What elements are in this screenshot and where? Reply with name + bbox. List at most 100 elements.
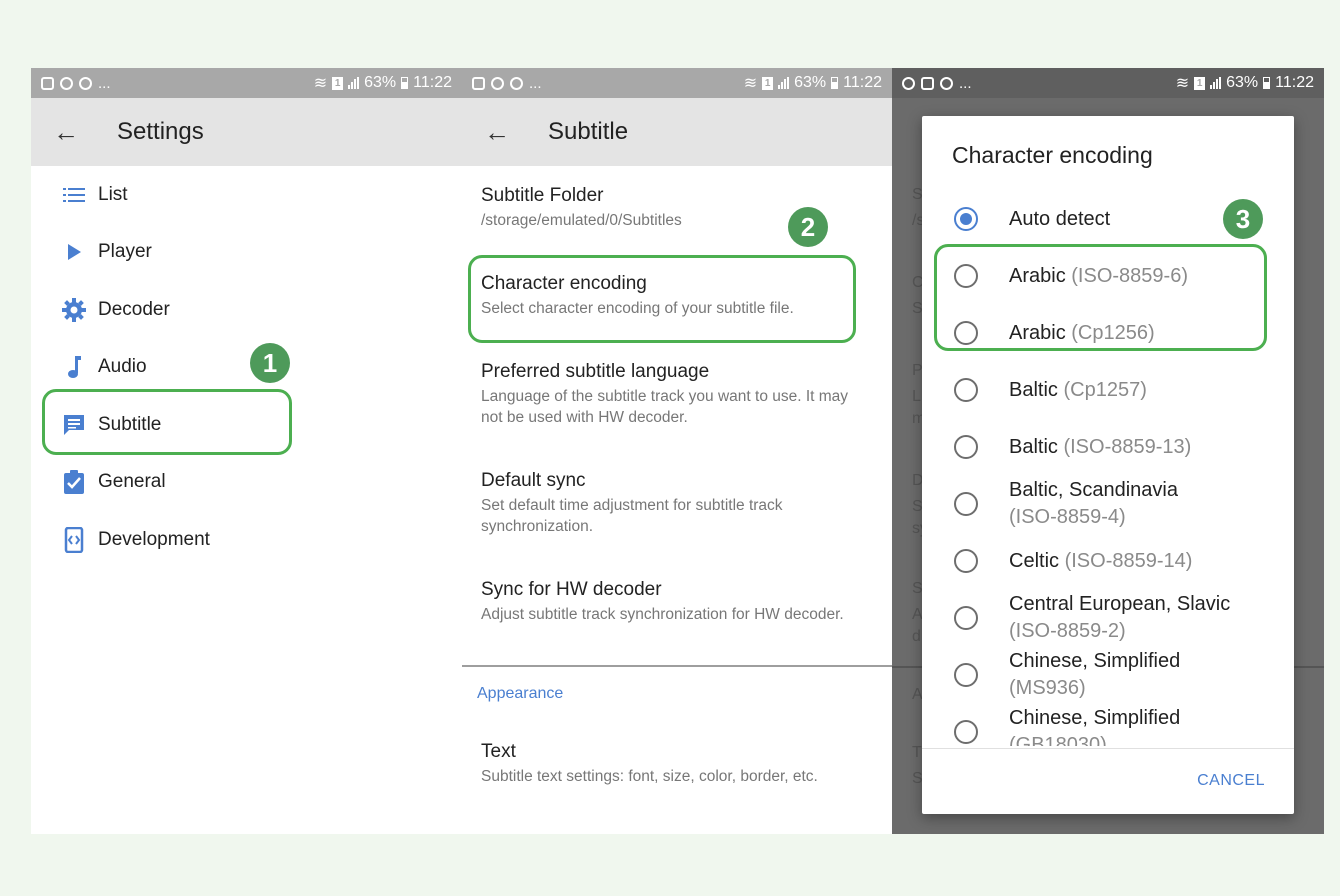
menu-item-list[interactable]: List <box>31 166 462 224</box>
clock: 11:22 <box>1275 74 1314 91</box>
clipboard-check-icon <box>62 470 86 495</box>
option-label: Auto detect <box>1009 207 1111 230</box>
pref-sync-hw-decoder[interactable]: Sync for HW decoder Adjust subtitle trac… <box>481 578 872 625</box>
list-icon <box>62 183 86 207</box>
pref-preferred-subtitle-language[interactable]: Preferred subtitle language Language of … <box>481 360 872 428</box>
app-bar: ← Settings <box>31 98 462 166</box>
option-chinese-simplified-gb18030[interactable]: Chinese, Simplified (GB18030) <box>922 699 1294 746</box>
status-bar: ... ≋ 1 63% 11:22 <box>31 68 462 98</box>
pref-text[interactable]: Text Subtitle text settings: font, size,… <box>481 740 872 787</box>
gallery-icon <box>41 76 54 90</box>
menu-item-label: Player <box>98 241 152 263</box>
app-bar: ← Subtitle <box>462 98 892 166</box>
music-note-icon <box>62 355 86 379</box>
battery-icon <box>831 77 839 89</box>
option-baltic-iso-8859-13[interactable]: Baltic (ISO-8859-13) <box>922 427 1294 467</box>
option-detail: (ISO-8859-2) <box>1009 620 1126 642</box>
menu-item-development[interactable]: Development <box>31 511 462 569</box>
radio-button[interactable] <box>954 606 978 630</box>
category-appearance: Appearance <box>477 685 564 702</box>
menu-item-player[interactable]: Player <box>31 224 462 282</box>
menu-item-decoder[interactable]: Decoder <box>31 281 462 339</box>
option-detail: (Cp1257) <box>1063 378 1147 401</box>
wifi-icon: ≋ <box>1175 75 1190 92</box>
whatsapp-icon <box>902 76 915 90</box>
cancel-button[interactable]: CANCEL <box>1197 772 1265 790</box>
step-badge-3: 3 <box>1223 199 1263 239</box>
menu-item-label: Audio <box>98 356 147 378</box>
option-baltic-cp1257[interactable]: Baltic (Cp1257) <box>922 370 1294 410</box>
pref-title: Sync for HW decoder <box>481 579 662 600</box>
background-text: T <box>912 744 922 761</box>
pref-title: Preferred subtitle language <box>481 361 710 382</box>
background-text: L <box>912 388 921 405</box>
option-label: Baltic, Scandinavia <box>1009 479 1178 501</box>
radio-button[interactable] <box>954 378 978 402</box>
instagram-icon <box>79 76 92 90</box>
menu-item-audio[interactable]: Audio <box>31 339 462 397</box>
radio-button[interactable] <box>954 663 978 687</box>
option-detail: (ISO-8859-13) <box>1063 435 1192 458</box>
clock: 11:22 <box>843 74 882 91</box>
battery-icon <box>1263 77 1271 89</box>
gallery-icon <box>921 76 934 90</box>
option-baltic-scandinavia[interactable]: Baltic, Scandinavia (ISO-8859-4) <box>922 471 1294 537</box>
option-celtic[interactable]: Celtic (ISO-8859-14) <box>922 541 1294 581</box>
play-icon <box>62 240 86 264</box>
wifi-icon: ≋ <box>313 75 328 92</box>
sim-icon: 1 <box>762 76 774 90</box>
back-arrow-icon[interactable]: ← <box>482 117 512 147</box>
radio-button[interactable] <box>954 549 978 573</box>
option-detail: (MS936) <box>1009 677 1086 699</box>
whatsapp-icon <box>491 76 504 90</box>
menu-item-label: List <box>98 183 128 205</box>
sim-icon: 1 <box>1194 76 1206 90</box>
option-label: Chinese, Simplified <box>1009 650 1181 672</box>
wifi-icon: ≋ <box>743 75 758 92</box>
option-detail: (GB18030) <box>1009 734 1107 746</box>
pref-title: Default sync <box>481 470 586 491</box>
gear-icon <box>62 297 86 322</box>
option-detail: (ISO-8859-4) <box>1009 506 1126 528</box>
pref-title: Subtitle Folder <box>481 185 604 206</box>
menu-item-label: General <box>98 471 166 493</box>
settings-menu: List Player Decoder Audio Subtitle Gener… <box>31 166 462 569</box>
radio-button[interactable] <box>954 435 978 459</box>
dialog-title: Character encoding <box>952 142 1153 168</box>
highlight-arabic-options <box>934 244 1267 351</box>
menu-item-label: Development <box>98 528 210 550</box>
gallery-icon <box>472 76 485 90</box>
step-badge-2: 2 <box>788 207 828 247</box>
page-title: Subtitle <box>548 118 629 145</box>
option-label: Baltic <box>1009 378 1058 401</box>
instagram-icon <box>940 76 953 90</box>
character-encoding-dialog-screen: S /s C S P L m D S sy S A d A T S ... ≋ … <box>892 68 1324 834</box>
signal-icon <box>778 77 790 89</box>
radio-button[interactable] <box>954 720 978 744</box>
signal-icon <box>348 77 360 89</box>
radio-button[interactable] <box>954 207 978 231</box>
pref-title: Text <box>481 741 516 762</box>
radio-button[interactable] <box>954 492 978 516</box>
section-divider <box>462 665 892 667</box>
more-notifications: ... <box>529 74 542 92</box>
status-bar: ... ≋ 1 63% 11:22 <box>462 68 892 98</box>
pref-default-sync[interactable]: Default sync Set default time adjustment… <box>481 469 872 537</box>
pref-summary: Adjust subtitle track synchronization fo… <box>481 606 844 623</box>
step-badge-1: 1 <box>250 343 290 383</box>
more-notifications: ... <box>959 74 972 92</box>
battery-percent: 63% <box>364 74 397 91</box>
signal-icon <box>1210 77 1222 89</box>
status-bar: ... ≋ 1 63% 11:22 <box>892 68 1324 98</box>
subtitle-settings-screen: ... ≋ 1 63% 11:22 ← Subtitle Subtitle Fo… <box>462 68 892 834</box>
code-icon <box>62 526 86 553</box>
option-detail: (ISO-8859-14) <box>1064 549 1193 572</box>
pref-summary: Subtitle text settings: font, size, colo… <box>481 768 818 785</box>
page-title: Settings <box>117 118 204 145</box>
sim-icon: 1 <box>332 76 344 90</box>
pref-summary: Set default time adjustment for subtitle… <box>481 497 783 535</box>
back-arrow-icon[interactable]: ← <box>51 117 81 147</box>
whatsapp-icon <box>60 76 73 90</box>
menu-item-general[interactable]: General <box>31 454 462 512</box>
option-label: Baltic <box>1009 435 1058 458</box>
